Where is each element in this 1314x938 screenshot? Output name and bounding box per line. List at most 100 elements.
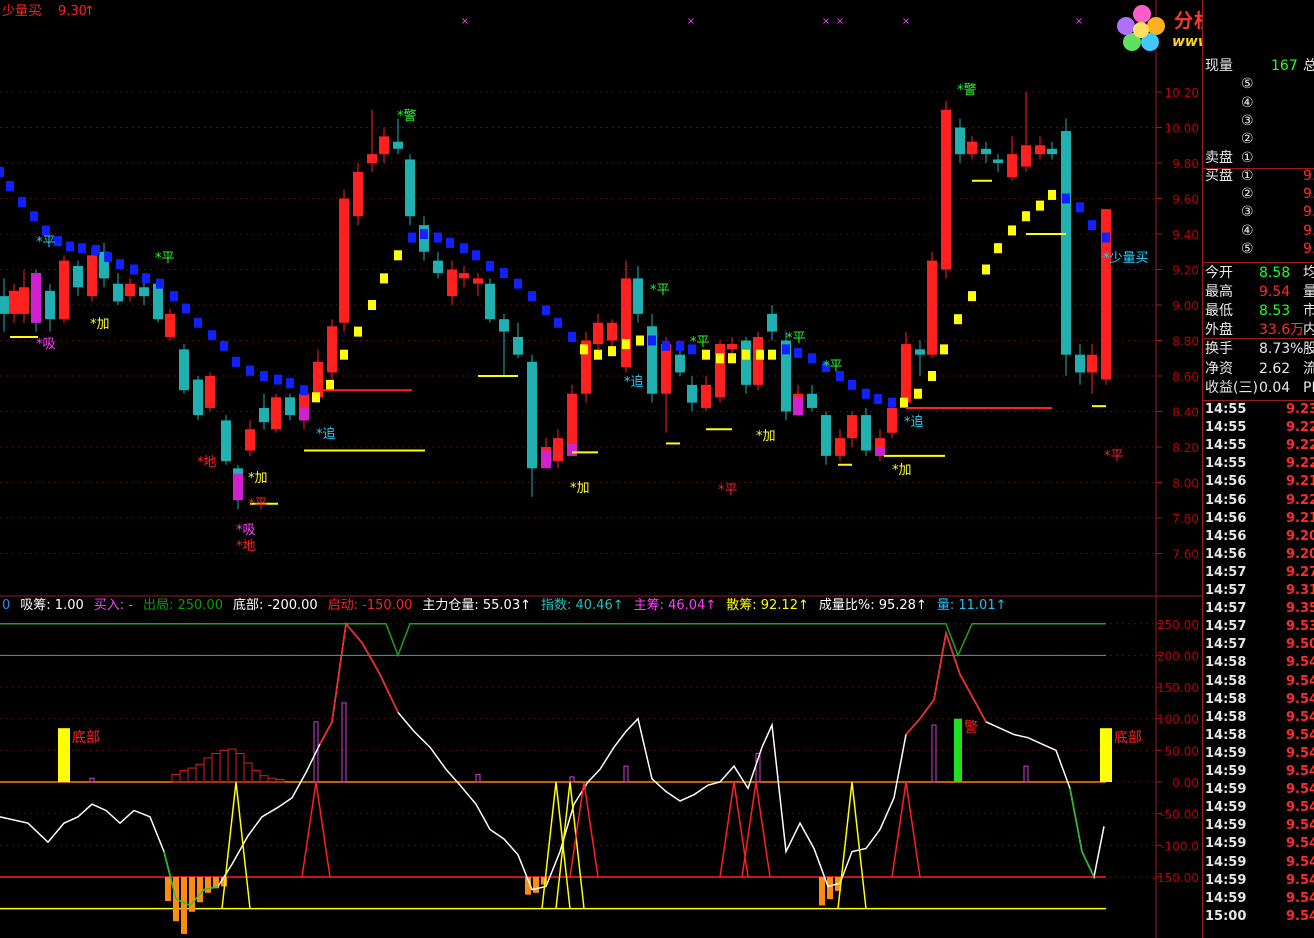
stat-extra: 量 bbox=[1303, 284, 1314, 301]
order-book-extra: 9.5 bbox=[1303, 241, 1314, 257]
tick-price: 9.54 bbox=[1286, 908, 1314, 924]
ma-step-block bbox=[728, 353, 736, 364]
candle-body bbox=[353, 171, 363, 217]
stat-extra: 内 bbox=[1303, 322, 1314, 339]
tick-time: 14:56 bbox=[1205, 492, 1247, 508]
chart-signal-label: *平 bbox=[718, 483, 738, 498]
tick-time: 14:56 bbox=[1205, 474, 1247, 490]
signal-marker-icon: × bbox=[687, 16, 695, 27]
ma-step-block bbox=[742, 349, 750, 360]
order-book-row: ④ 9.5 bbox=[1203, 222, 1314, 240]
ma-step-block bbox=[928, 371, 936, 381]
stat-label: 换手 bbox=[1205, 341, 1233, 358]
bottom-label: 底部 bbox=[1114, 730, 1142, 746]
chart-title-sep: : bbox=[38, 4, 42, 19]
tick-time: 14:58 bbox=[1205, 673, 1247, 689]
ma-step-block bbox=[232, 356, 240, 367]
indicator-axis-label: -100.0 bbox=[1160, 839, 1199, 853]
candle-body bbox=[339, 198, 349, 323]
tick-price: 9.54 bbox=[1286, 836, 1314, 852]
kline-chart-area[interactable]: 10.20 10.00 9.80 9.60 9.40 9.20 9.00 8.80 8.60 8.… bbox=[0, 0, 1202, 938]
chart-signal-label: *地 bbox=[236, 539, 256, 554]
order-book-row: ⑤ 9.5 bbox=[1203, 240, 1314, 258]
tick-time: 14:57 bbox=[1205, 637, 1247, 653]
ma-step-block bbox=[862, 388, 870, 399]
accumulation-bar bbox=[533, 876, 539, 893]
candle-body bbox=[915, 349, 925, 355]
candle-body bbox=[205, 376, 215, 408]
bottom-signal-bar bbox=[58, 728, 70, 782]
warning-signal-bar bbox=[954, 718, 962, 782]
candle-body bbox=[193, 379, 203, 416]
tick-row: 14:55 9.22 bbox=[1203, 437, 1314, 455]
candle-body bbox=[621, 278, 631, 368]
tick-time: 14:59 bbox=[1205, 764, 1247, 779]
chart-title: 少量买 bbox=[2, 4, 41, 19]
candle-body bbox=[73, 265, 83, 288]
candle-body bbox=[633, 278, 643, 314]
panel-divider bbox=[1203, 262, 1314, 263]
indicator-legend-item: 指数: 40.46↑ bbox=[541, 598, 624, 613]
tick-time: 14:57 bbox=[1205, 601, 1247, 617]
tick-time: 14:57 bbox=[1205, 564, 1247, 580]
order-book-value: ③ bbox=[1241, 112, 1254, 129]
ma-step-block bbox=[542, 305, 550, 316]
ma-step-block bbox=[220, 340, 228, 351]
chart-signal-label: *平 bbox=[155, 251, 175, 266]
ma-step-block bbox=[116, 259, 124, 270]
candle-body bbox=[87, 255, 97, 297]
tick-price: 9.54 bbox=[1286, 745, 1314, 761]
stat-row: 今开 8.58 均 bbox=[1203, 264, 1314, 282]
ma-step-block bbox=[1036, 200, 1044, 211]
candle-body bbox=[715, 344, 725, 398]
candle-body bbox=[1061, 131, 1071, 355]
chart-signal-label: *平 bbox=[690, 335, 710, 350]
tick-row: 14:59 9.54 bbox=[1203, 872, 1314, 890]
tick-row: 14:57 9.50 bbox=[1203, 636, 1314, 654]
candle-body bbox=[941, 109, 951, 270]
ma-step-block bbox=[636, 335, 644, 346]
candle-body bbox=[1021, 145, 1031, 167]
candle-body bbox=[821, 415, 831, 456]
ma-step-block bbox=[394, 250, 402, 261]
tick-row: 14:57 9.27 bbox=[1203, 564, 1314, 582]
ma-step-block bbox=[716, 353, 724, 364]
indicator-axis-label: 0.00 bbox=[1172, 776, 1199, 790]
ma-step-block bbox=[92, 244, 100, 255]
candle-body bbox=[45, 290, 55, 320]
candle-body bbox=[9, 290, 19, 314]
price-axis-label: 8.80 bbox=[1172, 335, 1199, 349]
tick-row: 14:58 9.54 bbox=[1203, 709, 1314, 727]
indicator-axis-label: 150.00 bbox=[1157, 681, 1199, 695]
tick-price: 9.54 bbox=[1286, 890, 1314, 906]
ma-step-block bbox=[594, 349, 602, 360]
accumulation-bar bbox=[165, 876, 171, 902]
tick-price: 9.50 bbox=[1286, 637, 1314, 653]
stat-value: 0.04 bbox=[1259, 379, 1291, 396]
tick-row: 14:56 9.22 bbox=[1203, 492, 1314, 510]
tick-row: 14:59 9.54 bbox=[1203, 817, 1314, 835]
ma-step-block bbox=[500, 268, 508, 279]
candle-body bbox=[459, 273, 469, 279]
tick-time: 14:59 bbox=[1205, 818, 1247, 834]
ma-step-block bbox=[246, 365, 254, 376]
order-book-row: ③ bbox=[1203, 112, 1314, 130]
tick-row: 14:55 9.22 bbox=[1203, 419, 1314, 437]
tick-time: 14:55 bbox=[1205, 456, 1247, 472]
ma-step-block bbox=[170, 291, 178, 302]
candle-body bbox=[473, 278, 483, 284]
order-book-label: 现量 bbox=[1205, 58, 1233, 74]
tick-time: 14:58 bbox=[1205, 655, 1247, 671]
tick-time: 14:59 bbox=[1205, 800, 1247, 816]
order-book-row: ③ 9.5 bbox=[1203, 203, 1314, 221]
tick-row: 14:57 9.35 bbox=[1203, 600, 1314, 618]
tick-price: 9.27 bbox=[1286, 564, 1314, 580]
ma-step-block bbox=[300, 385, 308, 396]
tick-time: 14:58 bbox=[1205, 709, 1247, 725]
accumulation-bar bbox=[181, 876, 187, 934]
price-axis-label: 8.60 bbox=[1172, 370, 1199, 384]
highlight-bar bbox=[541, 450, 551, 469]
candle-body bbox=[993, 159, 1003, 163]
tick-time: 14:56 bbox=[1205, 528, 1247, 544]
ma-step-block bbox=[182, 303, 190, 314]
